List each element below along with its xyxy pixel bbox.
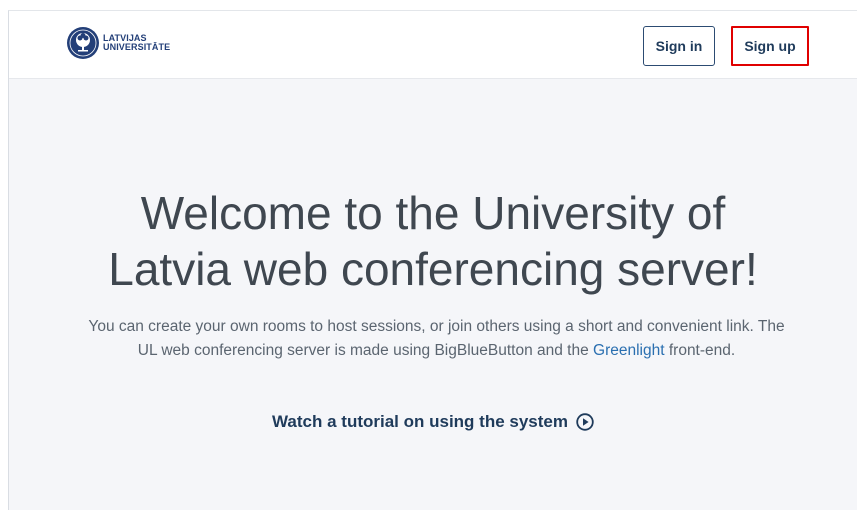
- logo-line2: UNIVERSITĀTE: [103, 42, 171, 52]
- play-circle-icon: [576, 413, 594, 431]
- logo-text: LATVIJAS UNIVERSITĀTE: [103, 34, 170, 52]
- tutorial-label: Watch a tutorial on using the system: [272, 412, 568, 431]
- title-line-2: Latvia web conferencing server!: [108, 243, 758, 295]
- latvijas-universitate-logo: [67, 27, 99, 59]
- sign-in-button[interactable]: Sign in: [643, 26, 715, 66]
- header: LATVIJAS UNIVERSITĀTE Sign in Sign up: [9, 11, 857, 79]
- page-frame: LATVIJAS UNIVERSITĀTE Sign in Sign up We…: [8, 10, 857, 510]
- page-title: Welcome to the University of Latvia web …: [9, 185, 857, 297]
- greenlight-link[interactable]: Greenlight: [593, 342, 665, 359]
- tutorial-link[interactable]: Watch a tutorial on using the system: [9, 412, 857, 432]
- site-logo[interactable]: LATVIJAS UNIVERSITĀTE: [66, 26, 170, 60]
- title-line-1: Welcome to the University of: [140, 187, 726, 239]
- hero-description: You can create your own rooms to host se…: [79, 315, 794, 363]
- desc-text-2: front-end.: [664, 342, 736, 359]
- sign-up-button[interactable]: Sign up: [731, 26, 809, 66]
